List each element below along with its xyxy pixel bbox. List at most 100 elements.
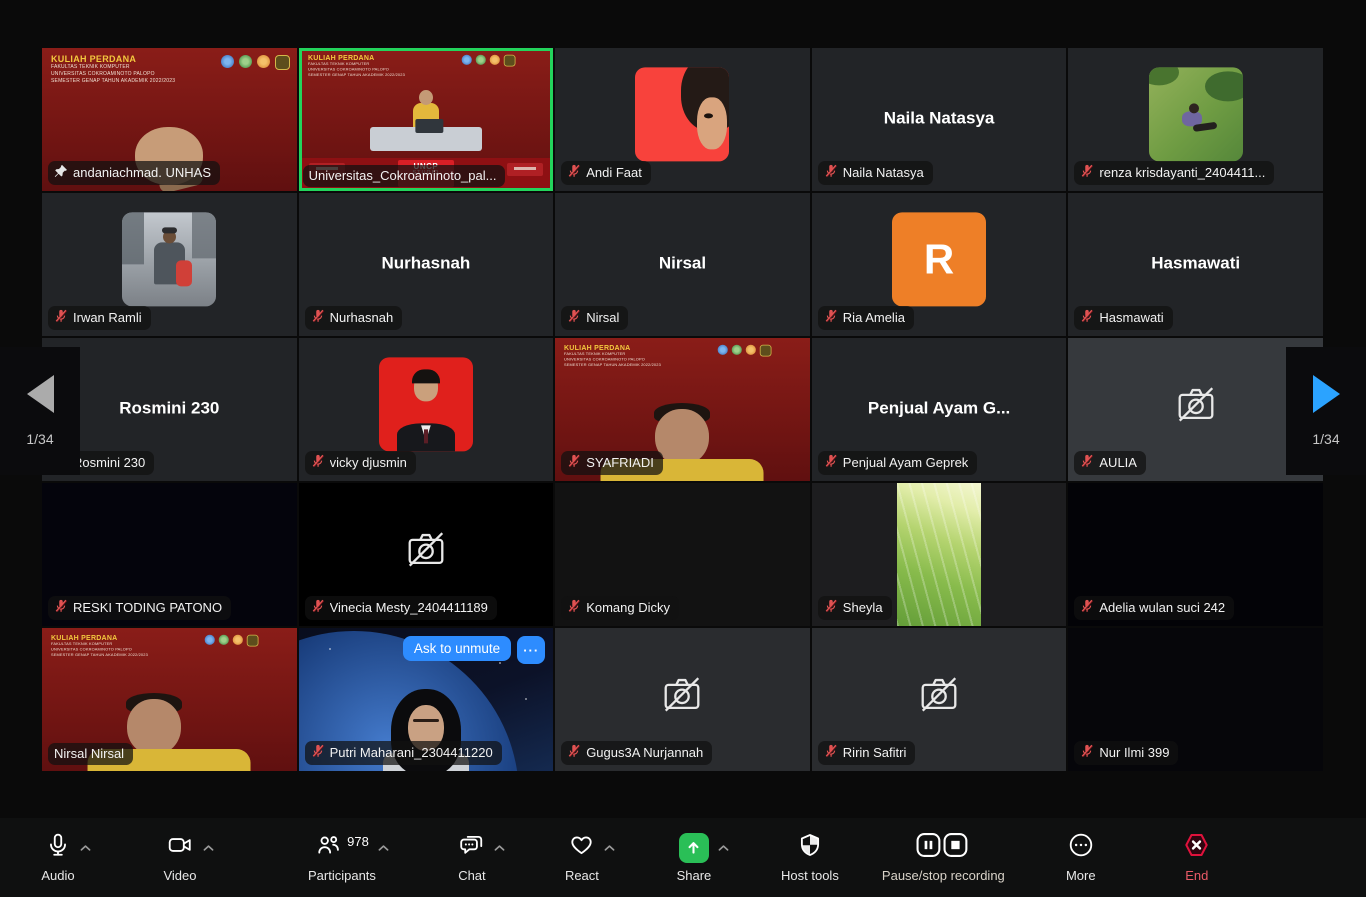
participant-name-label: Penjual Ayam Geprek xyxy=(818,451,978,475)
participant-tile[interactable]: vicky djusmin xyxy=(299,338,554,481)
participant-name-label: AULIA xyxy=(1074,451,1146,475)
toolbar-host-tools-button[interactable]: Host tools xyxy=(778,833,842,883)
participant-name: andaniachmad. UNHAS xyxy=(73,165,211,180)
participant-tile[interactable]: Gugus3A Nurjannah xyxy=(555,628,810,771)
mic-muted-icon xyxy=(824,744,838,761)
participant-name-label: Hasmawati xyxy=(1074,306,1172,330)
previous-page-arrow[interactable] xyxy=(27,375,54,413)
slide-logos xyxy=(461,55,515,78)
person-video-still xyxy=(413,719,439,722)
pin-icon xyxy=(54,164,68,181)
participant-name-label: Ria Amelia xyxy=(818,306,914,330)
participant-name: Ririn Safitri xyxy=(843,745,907,760)
participants-icon xyxy=(315,832,342,863)
tile-more-button[interactable]: ··· xyxy=(517,636,545,664)
toolbar-button-label: Participants xyxy=(308,868,376,883)
participant-tile[interactable]: Vinecia Mesty_2404411189 xyxy=(299,483,554,626)
mic-muted-icon xyxy=(567,744,581,761)
participant-name: Rosmini 230 xyxy=(73,455,145,470)
participant-tile[interactable]: KULIAH PERDANAFAKULTAS TEKNIK KOMPUTERUN… xyxy=(42,48,297,191)
logo-green-icon xyxy=(239,55,252,68)
participant-tile[interactable]: Nur Ilmi 399 xyxy=(1068,628,1323,771)
participant-tile[interactable]: Komang Dicky xyxy=(555,483,810,626)
participant-name-label: Nurhasnah xyxy=(305,306,403,330)
avatar-initial: R xyxy=(892,212,986,306)
participant-name: Andi Faat xyxy=(586,165,642,180)
participant-tile[interactable]: KULIAH PERDANAFAKULTAS TEKNIK KOMPUTERUN… xyxy=(42,628,297,771)
avatar xyxy=(1149,67,1243,161)
toolbar-share-button[interactable]: Share xyxy=(662,833,726,883)
toolbar-icon-row xyxy=(916,833,970,863)
participant-tile[interactable]: Irwan Ramli xyxy=(42,193,297,336)
chevron-up-icon[interactable] xyxy=(718,839,729,857)
participant-name-label: RESKI TODING PATONO xyxy=(48,596,231,620)
next-page-arrow[interactable] xyxy=(1313,375,1340,413)
slide-subtitle: SEMESTER GENAP TAHUN AKADEMIK 2022/2023 xyxy=(564,362,661,367)
participant-name: Penjual Ayam Geprek xyxy=(843,455,969,470)
video-still-background xyxy=(525,698,527,700)
chevron-up-icon[interactable] xyxy=(80,839,91,857)
slide-title: KULIAH PERDANA xyxy=(51,54,175,64)
participant-tile[interactable]: renza krisdayanti_2404411... xyxy=(1068,48,1323,191)
participant-name-label: Andi Faat xyxy=(561,161,651,185)
toolbar-pause-stop-recording-button[interactable]: Pause/stop recording xyxy=(882,833,1005,883)
toolbar-button-label: React xyxy=(565,868,599,883)
participant-tile[interactable]: RRia Amelia xyxy=(812,193,1067,336)
toolbar-icon-row xyxy=(797,833,823,863)
toolbar-button-label: Chat xyxy=(458,868,485,883)
participant-name-label: Sheyla xyxy=(818,596,892,620)
mic-muted-icon xyxy=(824,454,838,471)
gallery-prev-panel: 1/34 xyxy=(0,347,80,475)
participant-tile[interactable]: Penjual Ayam G...Penjual Ayam Geprek xyxy=(812,338,1067,481)
participant-tile[interactable]: Sheyla xyxy=(812,483,1067,626)
slide-subtitle: SEMESTER GENAP TAHUN AKADEMIK 2022/2023 xyxy=(51,78,175,85)
participant-tile[interactable]: Ask to unmute··· Putri Maharani_230441122… xyxy=(299,628,554,771)
toolbar-button-label: Video xyxy=(163,868,196,883)
participant-tile[interactable]: HasmawatiHasmawati xyxy=(1068,193,1323,336)
toolbar-more-button[interactable]: More xyxy=(1049,833,1113,883)
participant-tile[interactable]: AULIA xyxy=(1068,338,1323,481)
participant-tile[interactable]: Andi Faat xyxy=(555,48,810,191)
logo-emblem-icon xyxy=(760,345,772,357)
camera-off-icon xyxy=(1173,414,1219,431)
participant-name: Putri Maharani_2304411220 xyxy=(330,745,493,760)
participant-tile[interactable]: Ririn Safitri xyxy=(812,628,1067,771)
toolbar-icon-row: 978 xyxy=(315,833,369,863)
participant-tile[interactable]: KULIAH PERDANAFAKULTAS TEKNIK KOMPUTERUN… xyxy=(555,338,810,481)
end-call-icon xyxy=(1183,832,1210,863)
participant-tile[interactable]: Naila NatasyaNaila Natasya xyxy=(812,48,1067,191)
mic-muted-icon xyxy=(54,599,68,616)
ask-to-unmute-button[interactable]: Ask to unmute xyxy=(403,636,511,661)
participant-tile[interactable]: Rosmini 230Rosmini 230 xyxy=(42,338,297,481)
participant-tile[interactable]: RESKI TODING PATONO xyxy=(42,483,297,626)
participant-tile[interactable]: NurhasnahNurhasnah xyxy=(299,193,554,336)
participant-name-label: Nur Ilmi 399 xyxy=(1074,741,1178,765)
mic-muted-icon xyxy=(311,744,325,761)
chevron-up-icon[interactable] xyxy=(378,839,389,857)
gallery-next-panel: 1/34 xyxy=(1286,347,1366,475)
logo-orange-icon xyxy=(746,345,756,355)
toolbar-video-button[interactable]: Video xyxy=(148,833,212,883)
participant-tile[interactable]: NirsalNirsal xyxy=(555,193,810,336)
toolbar-audio-button[interactable]: Audio xyxy=(26,833,90,883)
participant-name: Irwan Ramli xyxy=(73,310,142,325)
avatar xyxy=(635,67,729,161)
participant-display-name: Nirsal xyxy=(659,253,706,273)
toolbar-icon-row xyxy=(458,833,485,863)
chevron-up-icon[interactable] xyxy=(604,839,615,857)
chevron-up-icon[interactable] xyxy=(494,839,505,857)
participant-name: Sheyla xyxy=(843,600,883,615)
person-video-still xyxy=(655,409,709,465)
avatar-photo xyxy=(162,227,177,233)
toolbar-end-button[interactable]: End xyxy=(1165,833,1229,883)
meeting-toolbar: Audio Video 978 Participants Chat React Share H… xyxy=(0,818,1366,897)
participant-tile[interactable]: Adelia wulan suci 242 xyxy=(1068,483,1323,626)
toolbar-chat-button[interactable]: Chat xyxy=(440,833,504,883)
toolbar-react-button[interactable]: React xyxy=(550,833,614,883)
participant-name: Gugus3A Nurjannah xyxy=(586,745,703,760)
slide-banner: KULIAH PERDANAFAKULTAS TEKNIK KOMPUTERUN… xyxy=(308,54,515,78)
participant-tile[interactable]: KULIAH PERDANAFAKULTAS TEKNIK KOMPUTERUN… xyxy=(299,48,554,191)
shield-icon xyxy=(797,832,823,863)
toolbar-participants-button[interactable]: 978 Participants xyxy=(308,833,376,883)
chevron-up-icon[interactable] xyxy=(203,839,214,857)
